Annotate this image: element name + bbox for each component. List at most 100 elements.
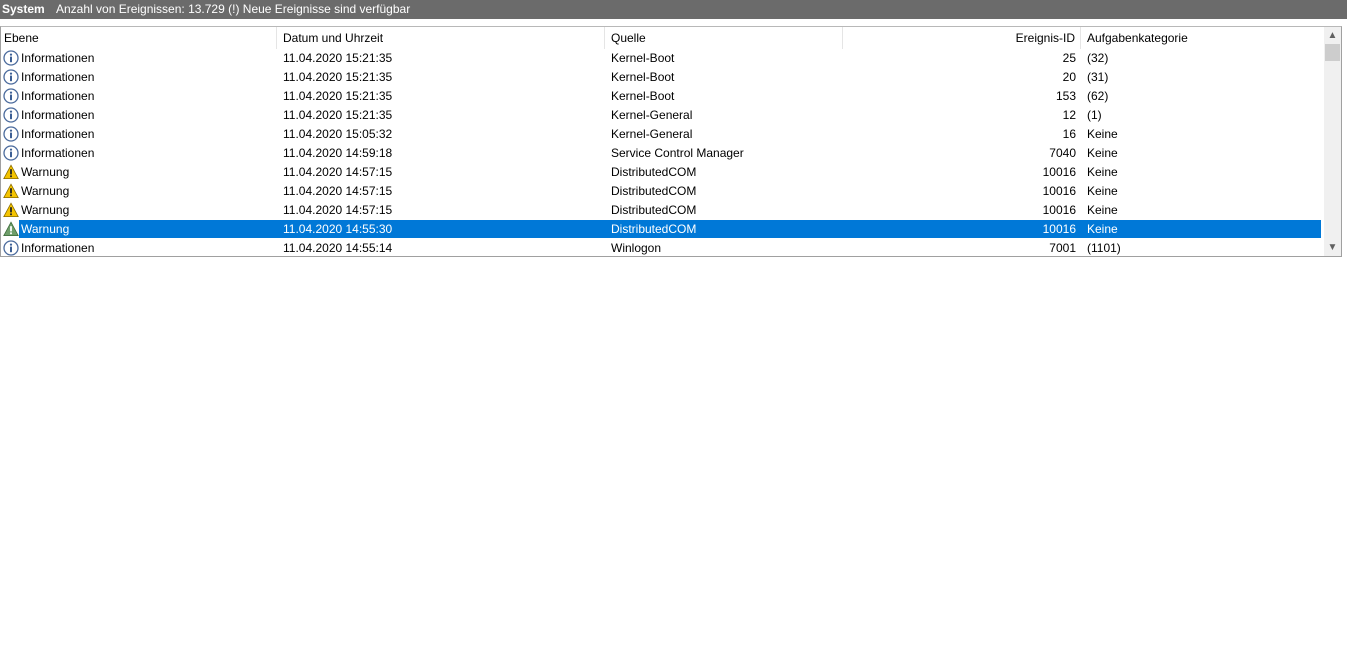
cell-datetime: 11.04.2020 14:59:18: [283, 146, 393, 160]
cell-level: Informationen: [3, 87, 275, 106]
events-table[interactable]: Ebene Datum und Uhrzeit Quelle Ereignis-…: [0, 26, 1342, 257]
cell-event-id: 7040: [1049, 146, 1076, 160]
column-header-event-id[interactable]: Ereignis-ID: [843, 27, 1081, 49]
table-row[interactable]: Informationen 11.04.2020 14:59:18 Service …: [1, 144, 1325, 163]
table-row[interactable]: Informationen 11.04.2020 15:21:35 Kernel-G…: [1, 106, 1325, 125]
info-icon: [3, 145, 19, 161]
cell-source: Kernel-Boot: [611, 70, 675, 84]
info-icon: [3, 69, 19, 85]
info-icon: [3, 107, 19, 123]
warning-icon: [3, 183, 19, 199]
warning-icon: [3, 164, 19, 180]
cell-event-id: 25: [1062, 51, 1076, 65]
cell-event-id: 16: [1062, 127, 1076, 141]
level-text: Informationen: [21, 146, 95, 160]
cell-source: Kernel-General: [611, 127, 693, 141]
cell-datetime: 11.04.2020 14:57:15: [283, 165, 393, 179]
cell-datetime: 11.04.2020 14:55:14: [283, 241, 393, 255]
cell-datetime: 11.04.2020 15:21:35: [283, 51, 393, 65]
cell-level: Informationen: [3, 106, 275, 125]
cell-task-category: (62): [1087, 89, 1109, 103]
level-text: Informationen: [21, 70, 95, 84]
cell-source: DistributedCOM: [611, 165, 697, 179]
info-icon: [3, 126, 19, 142]
info-icon: [3, 88, 19, 104]
cell-datetime: 11.04.2020 14:57:15: [283, 203, 393, 217]
cell-datetime: 11.04.2020 15:21:35: [283, 89, 393, 103]
cell-event-id: 10016: [1042, 165, 1076, 179]
cell-event-id: 153: [1055, 89, 1076, 103]
cell-task-category: (32): [1087, 51, 1109, 65]
level-text: Informationen: [21, 127, 95, 141]
table-row[interactable]: Warnung 11.04.2020 14:55:30 DistributedCOM…: [1, 220, 1325, 239]
cell-task-category: Keine: [1087, 222, 1118, 236]
level-text: Warnung: [21, 184, 70, 198]
level-text: Warnung: [21, 165, 70, 179]
cell-level: Informationen: [3, 49, 275, 68]
cell-event-id: 10016: [1042, 222, 1076, 236]
table-rows: Informationen 11.04.2020 15:21:35 Kernel-B…: [1, 49, 1325, 256]
level-text: Informationen: [21, 89, 95, 103]
cell-datetime: 11.04.2020 14:55:30: [283, 222, 393, 236]
cell-datetime: 11.04.2020 15:21:35: [283, 70, 393, 84]
cell-level: Warnung: [3, 201, 275, 220]
cell-source: Winlogon: [611, 241, 662, 255]
column-header-datetime[interactable]: Datum und Uhrzeit: [277, 27, 605, 49]
cell-source: Kernel-General: [611, 108, 693, 122]
table-row[interactable]: Informationen 11.04.2020 14:55:14 Winlogon…: [1, 239, 1325, 256]
column-header-level[interactable]: Ebene: [1, 27, 277, 49]
level-text: Informationen: [21, 51, 95, 65]
cell-task-category: Keine: [1087, 146, 1118, 160]
chevron-down-icon[interactable]: ▼: [1324, 239, 1341, 256]
cell-level: Informationen: [3, 144, 275, 163]
level-text: Warnung: [21, 203, 70, 217]
cell-source: DistributedCOM: [611, 222, 697, 236]
cell-level: Informationen: [3, 125, 275, 144]
warning-icon: [3, 202, 19, 218]
log-header-bar: System Anzahl von Ereignissen: 13.729 (!…: [0, 0, 1347, 19]
cell-task-category: Keine: [1087, 165, 1118, 179]
table-header: Ebene Datum und Uhrzeit Quelle Ereignis-…: [1, 27, 1325, 49]
log-name: System: [2, 2, 45, 16]
cell-task-category: Keine: [1087, 184, 1118, 198]
table-row[interactable]: Informationen 11.04.2020 15:05:32 Kernel-G…: [1, 125, 1325, 144]
cell-task-category: (1101): [1087, 241, 1121, 255]
cell-source: Kernel-Boot: [611, 89, 675, 103]
warning-icon: [3, 221, 19, 237]
column-header-source[interactable]: Quelle: [605, 27, 843, 49]
cell-level: Warnung: [3, 220, 275, 239]
cell-level: Informationen: [3, 239, 275, 256]
cell-task-category: Keine: [1087, 127, 1118, 141]
info-icon: [3, 240, 19, 256]
table-row[interactable]: Informationen 11.04.2020 15:21:35 Kernel-B…: [1, 49, 1325, 68]
cell-datetime: 11.04.2020 14:57:15: [283, 184, 393, 198]
info-icon: [3, 50, 19, 66]
cell-datetime: 11.04.2020 15:21:35: [283, 108, 393, 122]
vertical-scrollbar[interactable]: ▲ ▼: [1324, 27, 1341, 256]
cell-source: DistributedCOM: [611, 184, 697, 198]
cell-level: Warnung: [3, 163, 275, 182]
scrollbar-thumb[interactable]: [1325, 44, 1340, 61]
table-row[interactable]: Warnung 11.04.2020 14:57:15 DistributedCOM…: [1, 201, 1325, 220]
cell-event-id: 20: [1062, 70, 1076, 84]
cell-event-id: 7001: [1049, 241, 1076, 255]
cell-level: Warnung: [3, 182, 275, 201]
cell-source: DistributedCOM: [611, 203, 697, 217]
cell-source: Kernel-Boot: [611, 51, 675, 65]
cell-level: Informationen: [3, 68, 275, 87]
table-row[interactable]: Informationen 11.04.2020 15:21:35 Kernel-B…: [1, 87, 1325, 106]
table-row[interactable]: Warnung 11.04.2020 14:57:15 DistributedCOM…: [1, 182, 1325, 201]
cell-event-id: 10016: [1042, 184, 1076, 198]
cell-event-id: 12: [1062, 108, 1076, 122]
column-header-task-category[interactable]: Aufgabenkategorie: [1081, 27, 1325, 49]
chevron-up-icon[interactable]: ▲: [1324, 27, 1341, 44]
table-row[interactable]: Informationen 11.04.2020 15:21:35 Kernel-B…: [1, 68, 1325, 87]
level-text: Informationen: [21, 108, 95, 122]
event-count-text: Anzahl von Ereignissen: 13.729 (!) Neue …: [56, 2, 411, 16]
cell-source: Service Control Manager: [611, 146, 744, 160]
table-row[interactable]: Warnung 11.04.2020 14:57:15 DistributedCOM…: [1, 163, 1325, 182]
cell-task-category: Keine: [1087, 203, 1118, 217]
cell-task-category: (31): [1087, 70, 1109, 84]
level-text: Informationen: [21, 241, 95, 255]
cell-event-id: 10016: [1042, 203, 1076, 217]
